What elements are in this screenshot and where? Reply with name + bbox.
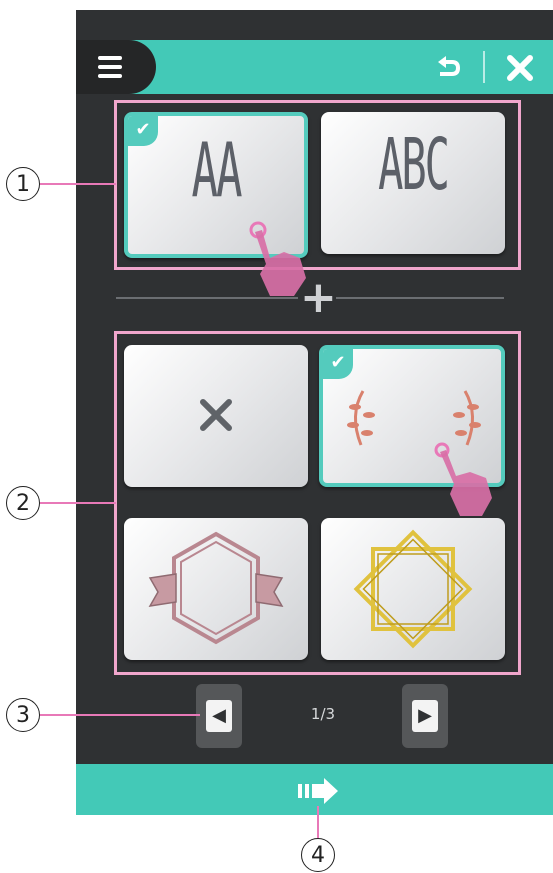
page-indicator: 1/3 xyxy=(310,705,336,723)
proceed-arrow-icon xyxy=(298,778,338,804)
callout-line-3 xyxy=(40,714,200,716)
close-x-icon xyxy=(507,55,533,81)
hexagon-banner-icon xyxy=(148,531,284,645)
header-separator xyxy=(483,51,485,83)
font-sample-text: ABC xyxy=(378,122,450,207)
tap-hand-icon xyxy=(434,442,492,516)
divider-left xyxy=(116,297,298,299)
selected-check-icon: ✔ xyxy=(323,349,353,379)
font-sample-text: AA xyxy=(191,128,243,215)
proceed-button[interactable] xyxy=(290,774,346,808)
menu-button[interactable] xyxy=(76,40,156,94)
undo-button[interactable] xyxy=(428,48,468,86)
octagram-icon xyxy=(353,529,473,649)
arrow-left-icon: ◀ xyxy=(206,700,232,732)
close-button[interactable] xyxy=(500,50,540,86)
callout-4: 4 xyxy=(301,838,335,872)
next-page-button[interactable]: ▶ xyxy=(402,684,448,748)
x-icon xyxy=(200,399,232,431)
callout-1: 1 xyxy=(6,167,40,201)
callout-3: 3 xyxy=(6,698,40,732)
callout-line-2 xyxy=(40,502,116,504)
prev-page-button[interactable]: ◀ xyxy=(196,684,242,748)
callout-line-4 xyxy=(317,806,319,838)
frame-tile-hexagon-banner[interactable] xyxy=(124,518,308,660)
plus-icon: + xyxy=(300,272,337,323)
callout-2: 2 xyxy=(6,486,40,520)
arrow-right-icon: ▶ xyxy=(412,700,438,732)
divider-right xyxy=(336,297,504,299)
frame-tile-octagram[interactable] xyxy=(321,518,505,660)
frame-tile-none[interactable] xyxy=(124,345,308,487)
undo-arrow-icon xyxy=(438,56,460,76)
callout-line-1 xyxy=(40,183,116,185)
font-tile-monogram-2[interactable]: ABC xyxy=(321,112,505,254)
